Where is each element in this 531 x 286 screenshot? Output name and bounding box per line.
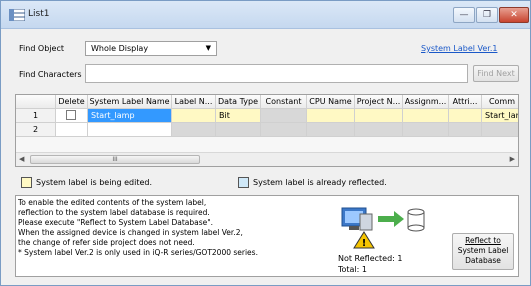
- scrollbar-thumb[interactable]: III: [30, 155, 200, 164]
- editing-legend-swatch: [21, 177, 32, 188]
- table-cell[interactable]: [172, 109, 216, 123]
- table-cell[interactable]: [172, 123, 216, 137]
- restore-icon: ❐: [482, 10, 492, 20]
- minimize-button[interactable]: —: [453, 7, 475, 23]
- info-line: To enable the edited contents of the sys…: [18, 198, 207, 207]
- column-header-data-type[interactable]: Data Type: [216, 95, 261, 109]
- table-cell[interactable]: Bit: [216, 109, 261, 123]
- list-app-icon: [9, 9, 25, 21]
- horizontal-scrollbar[interactable]: ◀ III ▶: [16, 152, 518, 166]
- reflect-button-line: Reflect to: [465, 236, 501, 245]
- table-cell[interactable]: [88, 123, 172, 137]
- table-cell[interactable]: [403, 109, 449, 123]
- info-line: Please execute "Reflect to System Label …: [18, 218, 214, 227]
- system-label-version-link[interactable]: System Label Ver.1: [421, 44, 497, 53]
- table-cell[interactable]: [355, 109, 403, 123]
- find-characters-input[interactable]: [85, 64, 468, 83]
- column-header-constant[interactable]: Constant: [261, 95, 307, 109]
- info-line: When the assigned device is changed in s…: [18, 228, 243, 237]
- reflect-button-line: Database: [465, 256, 501, 265]
- find-characters-label: Find Characters: [19, 70, 82, 79]
- arrow-right-icon: [378, 211, 404, 227]
- row-number-1[interactable]: 1: [16, 109, 56, 123]
- delete-cell-1: [56, 109, 88, 123]
- column-header-system-label-name[interactable]: System Label Name: [88, 95, 172, 109]
- list1-window: List1 — ❐ ✕ Find Object Whole Display ▼ …: [0, 0, 531, 286]
- find-object-value: Whole Display: [91, 44, 149, 53]
- table-corner-header: [16, 95, 56, 109]
- close-button[interactable]: ✕: [499, 7, 529, 23]
- total-count: Total: 1: [338, 265, 368, 274]
- table-cell[interactable]: Start_lamp: [88, 109, 172, 123]
- system-label-table: Delete System Label Name Label N... Data…: [15, 94, 519, 167]
- row-number-2[interactable]: 2: [16, 123, 56, 137]
- info-line: the change of refer side project does no…: [18, 238, 195, 247]
- info-line: reflection to the system label database …: [18, 208, 210, 217]
- column-header-project-name[interactable]: Project N...: [355, 95, 403, 109]
- editing-legend-label: System label is being edited.: [36, 178, 153, 187]
- table-cell[interactable]: [261, 123, 307, 137]
- close-icon: ✕: [510, 10, 518, 20]
- find-next-button[interactable]: Find Next: [473, 65, 519, 82]
- reflect-to-database-graphic: !: [341, 207, 425, 249]
- dropdown-arrow-icon: ▼: [205, 44, 211, 52]
- minimize-icon: —: [459, 10, 469, 20]
- table-cell[interactable]: [216, 123, 261, 137]
- table-cell[interactable]: [449, 109, 482, 123]
- column-header-assignment[interactable]: Assignm...: [403, 95, 449, 109]
- column-header-delete[interactable]: Delete: [56, 95, 88, 109]
- window-title: List1: [28, 9, 50, 19]
- table-cell[interactable]: Start_lamp: [482, 109, 518, 123]
- column-header-label-name[interactable]: Label N...: [172, 95, 216, 109]
- warning-icon: !: [353, 231, 375, 249]
- table-cell[interactable]: [307, 109, 355, 123]
- table-cell[interactable]: [449, 123, 482, 137]
- column-header-attribute[interactable]: Attri...: [449, 95, 482, 109]
- title-bar[interactable]: List1 — ❐ ✕: [1, 1, 530, 29]
- scroll-right-icon[interactable]: ▶: [510, 155, 515, 163]
- reflect-button-line: System Label: [457, 246, 509, 255]
- find-object-label: Find Object: [19, 44, 64, 53]
- table-cell[interactable]: [482, 123, 518, 137]
- delete-checkbox-1[interactable]: [66, 110, 76, 120]
- find-object-select[interactable]: Whole Display ▼: [85, 41, 217, 56]
- table-cell[interactable]: [403, 123, 449, 137]
- computer-icon: [341, 207, 373, 231]
- scroll-left-icon[interactable]: ◀: [19, 155, 24, 163]
- table-cell[interactable]: [307, 123, 355, 137]
- svg-text:!: !: [362, 238, 367, 249]
- reflected-legend-label: System label is already reflected.: [253, 178, 387, 187]
- table-cell[interactable]: [261, 109, 307, 123]
- table-cell[interactable]: [355, 123, 403, 137]
- column-header-cpu-name[interactable]: CPU Name: [307, 95, 355, 109]
- info-panel: To enable the edited contents of the sys…: [15, 195, 519, 277]
- column-header-comment[interactable]: Comm: [482, 95, 518, 109]
- table-cell[interactable]: [56, 123, 88, 137]
- database-icon: [407, 208, 425, 232]
- not-reflected-count: Not Reflected: 1: [338, 254, 403, 263]
- table-empty-area: [16, 137, 518, 152]
- reflected-legend-swatch: [238, 177, 249, 188]
- info-line: * System label Ver.2 is only used in iQ-…: [18, 248, 258, 257]
- restore-button[interactable]: ❐: [476, 7, 498, 23]
- reflect-to-database-button[interactable]: Reflect to System Label Database: [452, 233, 514, 270]
